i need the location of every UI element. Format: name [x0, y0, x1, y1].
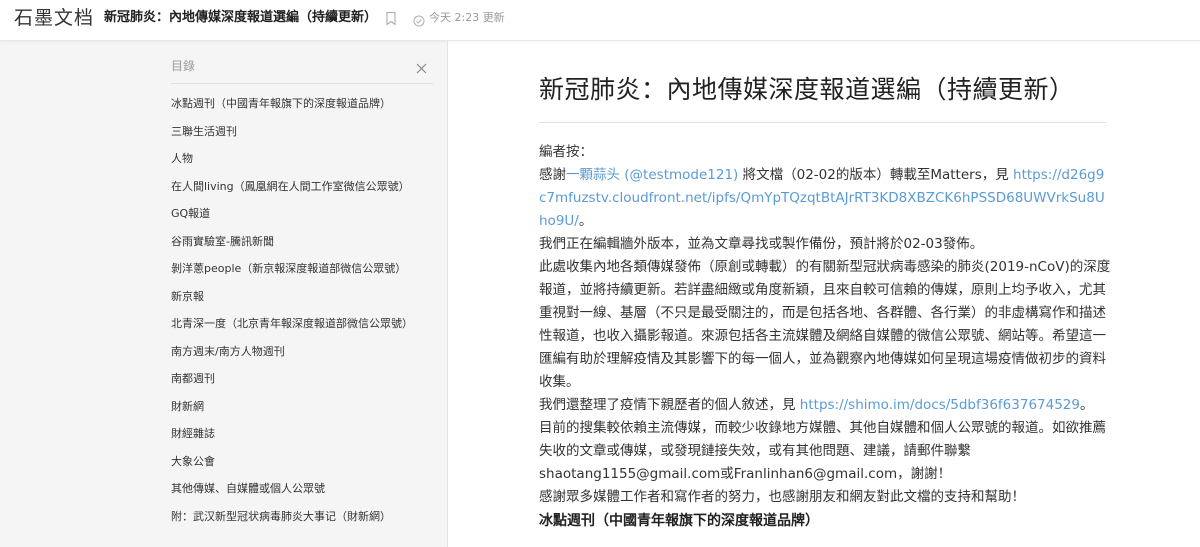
paragraph-shimo: 我們還整理了疫情下親歷者的個人敘述，見 https://shimo.im/doc… — [539, 394, 1111, 417]
toc-list: 冰點週刊（中國青年報旗下的深度報道品牌） 三聯生活週刊 人物 在人間living… — [171, 96, 413, 536]
paragraph: 此處收集內地各類傳媒發佈（原創或轉載）的有關新型冠狀病毒感染的肺炎(2019-n… — [539, 259, 1111, 390]
text-span: 。 — [1080, 397, 1094, 413]
contributor-link[interactable]: 一顆蒜头 (@testmode121) — [566, 167, 738, 183]
editor-note-label: 編者按： — [539, 144, 593, 160]
check-circle-icon — [413, 12, 425, 27]
text-span: 我們還整理了疫情下親歷者的個人敘述，見 — [539, 397, 800, 413]
close-icon[interactable] — [416, 59, 427, 74]
toc-item[interactable]: 財經雜誌 — [171, 426, 413, 454]
toc-item[interactable]: 財新網 — [171, 399, 413, 427]
save-status: 今天 2:23 更新 — [429, 11, 505, 24]
top-bar: 石墨文档 新冠肺炎：內地傳媒深度報道選編（持續更新） 今天 2:23 更新 — [0, 0, 1200, 41]
toc-item[interactable]: 人物 — [171, 151, 413, 179]
toc-item[interactable]: 冰點週刊（中國青年報旗下的深度報道品牌） — [171, 96, 413, 124]
bookmark-icon[interactable] — [385, 11, 397, 26]
text-span: 將文檔（02-02的版本）轉載至Matters，見 — [738, 167, 1014, 183]
toc-item[interactable]: 在人間living（鳳凰網在人間工作室微信公眾號） — [171, 179, 413, 207]
paragraph: 目前的搜集較依賴主流傳媒，而較少收錄地方媒體、其他自媒體和個人公眾號的報道。如欲… — [539, 420, 1106, 482]
toc-panel: 目錄 冰點週刊（中國青年報旗下的深度報道品牌） 三聯生活週刊 人物 在人間liv… — [0, 41, 448, 547]
document-body: 編者按： 感謝一顆蒜头 (@testmode121) 將文檔（02-02的版本）… — [539, 141, 1111, 509]
toc-item[interactable]: 新京報 — [171, 289, 413, 317]
paragraph-thanks: 感謝一顆蒜头 (@testmode121) 將文檔（02-02的版本）轉載至Ma… — [539, 164, 1111, 233]
text-span: 感謝 — [539, 167, 566, 183]
toc-item[interactable]: 南都週刊 — [171, 371, 413, 399]
document-area[interactable]: 新冠肺炎：內地傳媒深度報道選編（持續更新） 編者按： 感謝一顆蒜头 (@test… — [448, 41, 1200, 547]
document-heading: 新冠肺炎：內地傳媒深度報道選編（持續更新） — [539, 75, 1075, 104]
paragraph: 我們正在編輯牆外版本，並為文章尋找或製作備份，預計將於02-03發佈。 — [539, 236, 984, 252]
document-title[interactable]: 新冠肺炎：內地傳媒深度報道選編（持續更新） — [104, 9, 377, 27]
toc-item[interactable]: 剝洋蔥people（新京報深度報道部微信公眾號） — [171, 261, 413, 289]
toc-item[interactable]: 大象公會 — [171, 454, 413, 482]
toc-item[interactable]: 北青深一度（北京青年報深度報道部微信公眾號） — [171, 316, 413, 344]
toc-item[interactable]: 南方週末/南方人物週刊 — [171, 344, 413, 372]
heading-divider — [539, 122, 1107, 123]
toc-item[interactable]: 谷雨實驗室-騰訊新聞 — [171, 234, 413, 262]
toc-item[interactable]: 三聯生活週刊 — [171, 124, 413, 152]
toc-item[interactable]: 附：武汉新型冠状病毒肺炎大事记（財新網） — [171, 509, 413, 537]
toc-header: 目錄 — [171, 59, 196, 73]
toc-divider — [171, 83, 433, 84]
section-heading: 冰點週刊（中國青年報旗下的深度報道品牌） — [539, 513, 819, 529]
text-span: 。 — [578, 213, 593, 229]
toc-item[interactable]: GQ報道 — [171, 206, 413, 234]
shimo-link[interactable]: https://shimo.im/docs/5dbf36f637674529 — [800, 397, 1080, 413]
toc-item[interactable]: 其他傳媒、自媒體或個人公眾號 — [171, 481, 413, 509]
paragraph: 感謝眾多媒體工作者和寫作者的努力，也感謝朋友和網友對此文檔的支持和幫助！ — [539, 489, 1025, 505]
app-logo[interactable]: 石墨文档 — [14, 6, 94, 30]
